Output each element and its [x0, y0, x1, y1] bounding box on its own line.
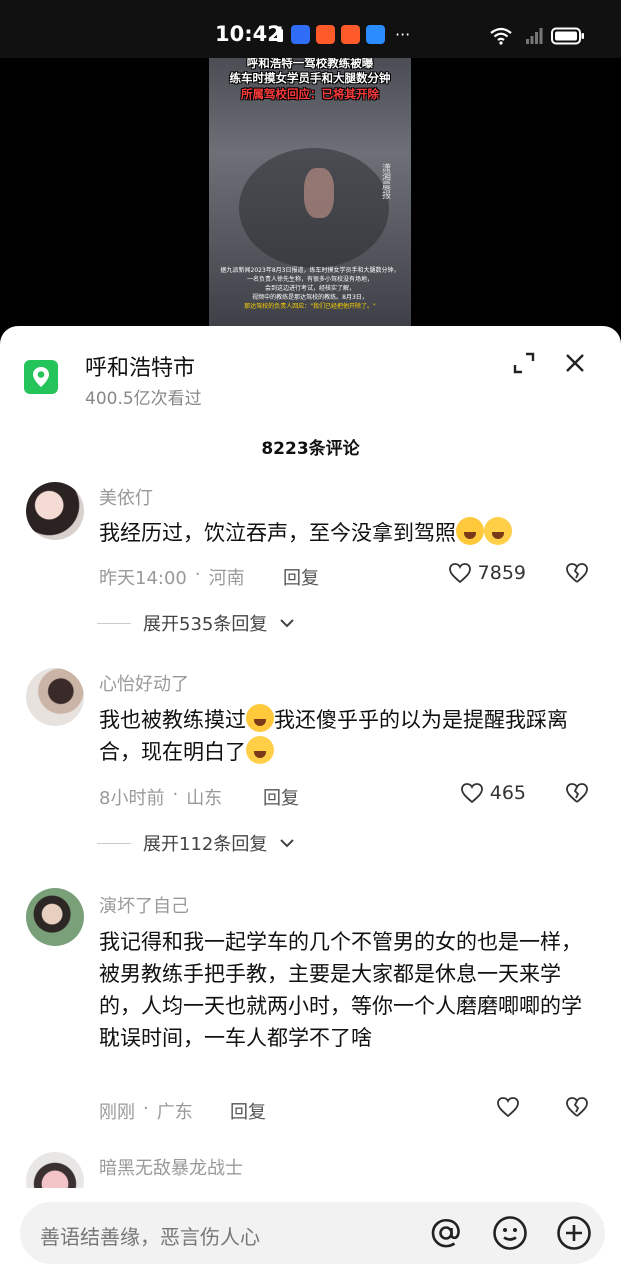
like-count: 7859: [477, 562, 526, 584]
meta-separator: ·: [194, 564, 201, 585]
comment-username[interactable]: 美依仃: [99, 484, 153, 510]
laughing-crying-emoji-icon: [246, 704, 274, 732]
expand-icon: [513, 352, 535, 374]
divider: [97, 622, 131, 624]
video-caption-line: 据九派新闻2023年8月3日报道，练车时摸女学员手和大腿数分钟，: [220, 267, 400, 274]
add-icon[interactable]: [555, 1214, 593, 1252]
heart-icon: [448, 563, 471, 584]
video-frame[interactable]: 呼和浩特一驾校教练被曝 练车时摸女学员手和大腿数分钟 所属驾校回应：已将其开除 …: [209, 58, 411, 328]
dislike-button[interactable]: [565, 1096, 589, 1122]
app-notification-icon: [316, 25, 335, 44]
heart-icon: [497, 1097, 519, 1118]
comment-text: 我也被教练摸过 我还傻乎乎的以为是提醒我踩离合，现在明白了: [99, 704, 594, 768]
reply-button[interactable]: 回复: [263, 784, 299, 810]
chevron-down-icon: [280, 839, 295, 848]
reply-button[interactable]: 回复: [230, 1098, 266, 1124]
comments-count: 8223条评论: [261, 439, 360, 459]
video-caption-line: 视频中的教练是那达驾校的教练。8月3日，: [252, 294, 368, 301]
expand-replies[interactable]: 展开535条回复: [97, 610, 295, 636]
battery-icon: [551, 27, 584, 45]
video-headline-mid: 练车时摸女学员手和大腿数分钟: [229, 71, 391, 85]
heart-icon: [460, 783, 483, 804]
meta-separator: ·: [143, 1098, 149, 1119]
comment-input-placeholder: 善语结善缘，恶言伤人心: [40, 1225, 260, 1249]
comment-time: 8小时前: [99, 788, 165, 809]
comment-time: 昨天14:00: [99, 568, 187, 589]
comments-sheet: 呼和浩特市 400.5亿次看过 8223条评论 美依仃 我经历过，饮泣吞声，至今…: [0, 326, 621, 1280]
cloud-icon: [366, 25, 385, 44]
close-icon: [566, 354, 584, 372]
status-right: [489, 26, 585, 46]
comment-time: 刚刚: [99, 1102, 135, 1123]
comment-input-bar: 善语结善缘，恶言伤人心: [0, 1188, 621, 1280]
broken-heart-icon: [566, 783, 588, 803]
comment-input[interactable]: 善语结善缘，恶言伤人心: [20, 1202, 605, 1264]
dislike-button[interactable]: [565, 562, 589, 588]
app-notification-icon: [291, 25, 310, 44]
video-caption-line: 会到这边进行考试，经核实了解，: [264, 285, 355, 292]
meta-separator: ·: [172, 784, 179, 805]
like-button[interactable]: [496, 1096, 526, 1118]
dislike-button[interactable]: [565, 782, 589, 808]
comment-username[interactable]: 暗黑无敌暴龙战士: [99, 1154, 243, 1180]
broken-heart-icon: [566, 1097, 588, 1117]
like-button[interactable]: 7859: [448, 562, 526, 584]
comment-meta: 8小时前 · 山东: [99, 784, 222, 810]
wifi-icon: [490, 27, 512, 45]
fullscreen-button[interactable]: [509, 348, 539, 378]
status-time: 10:42: [215, 22, 282, 46]
comment-text: 我记得和我一起学车的几个不管男的女的也是一样，被男教练手把手教，主要是大家都是休…: [99, 930, 582, 1050]
comment-location: 山东: [186, 788, 223, 809]
at-icon[interactable]: [427, 1214, 465, 1252]
broken-heart-icon: [566, 563, 588, 583]
notification-icons: ···: [275, 25, 410, 44]
video-player[interactable]: 呼和浩特一驾校教练被曝 练车时摸女学员手和大腿数分钟 所属驾校回应：已将其开除 …: [0, 58, 621, 328]
battery-saver-icon: [277, 26, 283, 42]
chevron-down-icon: [280, 619, 295, 628]
location-pin-icon[interactable]: [24, 360, 58, 394]
video-caption-line: 一名负责人徐先生称，有很多小驾校没有场地，: [246, 276, 373, 283]
reply-button[interactable]: 回复: [283, 564, 319, 590]
status-bar: 10:42 ···: [0, 0, 621, 58]
like-count: 465: [489, 782, 526, 804]
location-title[interactable]: 呼和浩特市: [85, 350, 195, 382]
comment-meta: 昨天14:00 · 河南: [99, 564, 245, 590]
expand-replies-label: 展开112条回复: [143, 834, 268, 855]
divider: [97, 842, 131, 844]
video-watermark: 潇湘晨报: [380, 163, 390, 199]
emoji-icon[interactable]: [491, 1214, 529, 1252]
crying-emoji-icon: [484, 517, 512, 545]
more-notifications: ···: [395, 25, 411, 44]
close-button[interactable]: [560, 348, 590, 378]
crying-emoji-icon: [246, 736, 274, 764]
comment-text-content: 我经历过，饮泣吞声，至今没拿到驾照: [99, 521, 456, 545]
comment-text-content: 我也被教练摸过: [99, 708, 246, 732]
avatar[interactable]: [26, 888, 84, 946]
location-views: 400.5亿次看过: [85, 389, 202, 409]
comment-text: 我经历过，饮泣吞声，至今没拿到驾照: [99, 517, 594, 549]
like-button[interactable]: 465: [460, 782, 526, 804]
signal-icon: [526, 28, 543, 44]
comment-username[interactable]: 演坏了自己: [99, 892, 189, 918]
video-caption-line: 那达驾校的负责人回应："我们已经把他开除了。": [244, 303, 376, 310]
laughing-emoji-icon: [456, 517, 484, 545]
avatar[interactable]: [26, 668, 84, 726]
video-headline-red: 所属驾校回应：已将其开除: [241, 87, 379, 101]
comment-location: 广东: [156, 1102, 193, 1123]
comment-username[interactable]: 心怡好动了: [99, 670, 189, 696]
video-scene-detail: [304, 168, 334, 218]
comment-location: 河南: [208, 568, 245, 589]
expand-replies[interactable]: 展开112条回复: [97, 830, 295, 856]
expand-replies-label: 展开535条回复: [143, 614, 268, 635]
app-notification-icon: [341, 25, 360, 44]
comment-meta: 刚刚 · 广东: [99, 1098, 193, 1124]
avatar[interactable]: [26, 482, 84, 540]
